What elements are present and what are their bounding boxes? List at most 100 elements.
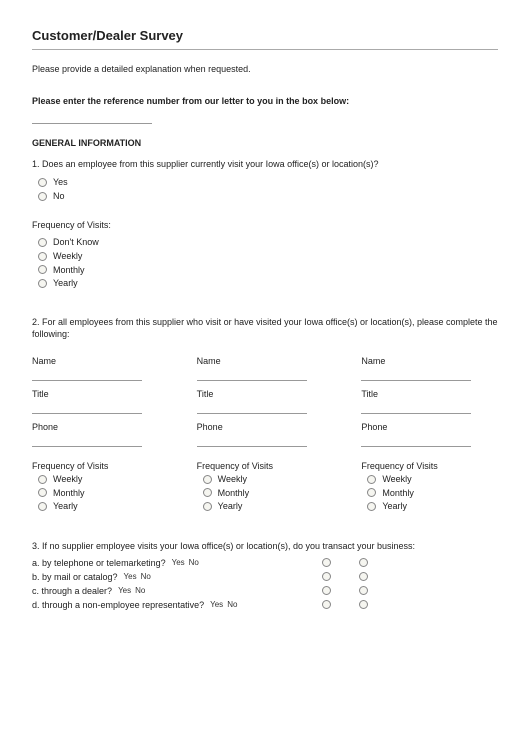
q3c-radio-no[interactable] bbox=[359, 586, 368, 595]
q2-phone-input-1[interactable] bbox=[32, 434, 142, 447]
freq-label-yearly: Yearly bbox=[53, 277, 78, 290]
q2-fov-radio-monthly-3[interactable] bbox=[367, 488, 376, 497]
q1-label-yes: Yes bbox=[53, 176, 68, 189]
q3-yn-inline: Yes No bbox=[118, 586, 145, 595]
q2-phone-input-3[interactable] bbox=[361, 434, 471, 447]
q2-fov-monthly-3[interactable]: Monthly bbox=[367, 487, 498, 500]
reference-input[interactable] bbox=[32, 110, 152, 124]
q2-title-input-2[interactable] bbox=[197, 401, 307, 414]
q2-name-input-1[interactable] bbox=[32, 368, 142, 381]
intro-text: Please provide a detailed explanation wh… bbox=[32, 64, 498, 74]
q2-text: 2. For all employees from this supplier … bbox=[32, 316, 498, 340]
freq-label-weekly: Weekly bbox=[53, 250, 82, 263]
q2-phone-input-2[interactable] bbox=[197, 434, 307, 447]
q3-row-b: b. by mail or catalog? Yes No bbox=[32, 572, 498, 582]
q2-fov-yearly-label: Yearly bbox=[218, 500, 243, 513]
q3-yes-label: Yes bbox=[172, 558, 185, 567]
q2-fov-weekly-1[interactable]: Weekly bbox=[38, 473, 169, 486]
section-general-heading: GENERAL INFORMATION bbox=[32, 138, 498, 148]
q3-yes-label: Yes bbox=[124, 572, 137, 581]
survey-page: Customer/Dealer Survey Please provide a … bbox=[0, 0, 530, 749]
q2-fov-monthly-label: Monthly bbox=[218, 487, 250, 500]
q3-row-d: d. through a non-employee representative… bbox=[32, 600, 498, 610]
freq-option-weekly[interactable]: Weekly bbox=[38, 250, 498, 263]
q2-name-label: Name bbox=[197, 356, 334, 366]
title-divider bbox=[32, 49, 498, 50]
q3-yes-label: Yes bbox=[210, 600, 223, 609]
freq-label-monthly: Monthly bbox=[53, 264, 85, 277]
q3-yn-inline: Yes No bbox=[210, 600, 237, 609]
q2-fov-weekly-label: Weekly bbox=[53, 473, 82, 486]
q2-name-label: Name bbox=[32, 356, 169, 366]
q2-fov-yearly-label: Yearly bbox=[382, 500, 407, 513]
q1-label-no: No bbox=[53, 190, 65, 203]
q3-item-b: b. by mail or catalog? bbox=[32, 572, 118, 582]
q2-fov-yearly-label: Yearly bbox=[53, 500, 78, 513]
q2-title-input-1[interactable] bbox=[32, 401, 142, 414]
q3-item-a: a. by telephone or telemarketing? bbox=[32, 558, 166, 568]
q2-fov-monthly-label: Monthly bbox=[53, 487, 85, 500]
q3-item-d: d. through a non-employee representative… bbox=[32, 600, 204, 610]
q2-fov-yearly-3[interactable]: Yearly bbox=[367, 500, 498, 513]
q2-fov-radio-monthly-1[interactable] bbox=[38, 488, 47, 497]
q2-phone-label: Phone bbox=[361, 422, 498, 432]
freq-label: Frequency of Visits: bbox=[32, 220, 498, 230]
q3-row-a: a. by telephone or telemarketing? Yes No bbox=[32, 558, 498, 568]
q2-fov-label: Frequency of Visits bbox=[197, 461, 334, 471]
freq-radio-monthly[interactable] bbox=[38, 265, 47, 274]
q3a-radio-yes[interactable] bbox=[322, 558, 331, 567]
q2-name-input-2[interactable] bbox=[197, 368, 307, 381]
q3-text: 3. If no supplier employee visits your I… bbox=[32, 540, 498, 552]
q2-fov-weekly-2[interactable]: Weekly bbox=[203, 473, 334, 486]
q3-row-c: c. through a dealer? Yes No bbox=[32, 586, 498, 596]
q2-fov-label: Frequency of Visits bbox=[32, 461, 169, 471]
q2-fov-radio-monthly-2[interactable] bbox=[203, 488, 212, 497]
q3a-radio-no[interactable] bbox=[359, 558, 368, 567]
q1-radio-yes[interactable] bbox=[38, 178, 47, 187]
freq-option-dontknow[interactable]: Don't Know bbox=[38, 236, 498, 249]
q3b-radio-yes[interactable] bbox=[322, 572, 331, 581]
q2-phone-label: Phone bbox=[32, 422, 169, 432]
q1-radio-no[interactable] bbox=[38, 192, 47, 201]
q2-fov-radio-yearly-2[interactable] bbox=[203, 502, 212, 511]
reference-label: Please enter the reference number from o… bbox=[32, 96, 498, 106]
q2-title-input-3[interactable] bbox=[361, 401, 471, 414]
freq-option-yearly[interactable]: Yearly bbox=[38, 277, 498, 290]
freq-radio-yearly[interactable] bbox=[38, 279, 47, 288]
freq-option-monthly[interactable]: Monthly bbox=[38, 264, 498, 277]
q2-col-1: Name Title Phone Frequency of Visits Wee… bbox=[32, 348, 169, 514]
q2-col-2: Name Title Phone Frequency of Visits Wee… bbox=[197, 348, 334, 514]
q2-fov-monthly-2[interactable]: Monthly bbox=[203, 487, 334, 500]
q3d-radio-no[interactable] bbox=[359, 600, 368, 609]
q1-option-yes[interactable]: Yes bbox=[38, 176, 498, 189]
q2-name-label: Name bbox=[361, 356, 498, 366]
q3-no-label: No bbox=[141, 572, 151, 581]
q3-yn-inline: Yes No bbox=[172, 558, 199, 567]
q2-fov-radio-yearly-1[interactable] bbox=[38, 502, 47, 511]
q2-fov-radio-yearly-3[interactable] bbox=[367, 502, 376, 511]
q2-fov-radio-weekly-3[interactable] bbox=[367, 475, 376, 484]
q2-fov-yearly-2[interactable]: Yearly bbox=[203, 500, 334, 513]
q2-fov-monthly-1[interactable]: Monthly bbox=[38, 487, 169, 500]
q3b-radio-no[interactable] bbox=[359, 572, 368, 581]
freq-radio-dontknow[interactable] bbox=[38, 238, 47, 247]
q2-fov-radio-weekly-2[interactable] bbox=[203, 475, 212, 484]
q2-fov-radio-weekly-1[interactable] bbox=[38, 475, 47, 484]
q3c-radio-yes[interactable] bbox=[322, 586, 331, 595]
q2-fov-weekly-label: Weekly bbox=[382, 473, 411, 486]
q2-fov-monthly-label: Monthly bbox=[382, 487, 414, 500]
page-title: Customer/Dealer Survey bbox=[32, 28, 498, 43]
q2-name-input-3[interactable] bbox=[361, 368, 471, 381]
q2-phone-label: Phone bbox=[197, 422, 334, 432]
q2-title-label: Title bbox=[361, 389, 498, 399]
q3-no-label: No bbox=[227, 600, 237, 609]
q1-option-no[interactable]: No bbox=[38, 190, 498, 203]
q3-yes-label: Yes bbox=[118, 586, 131, 595]
q2-columns: Name Title Phone Frequency of Visits Wee… bbox=[32, 348, 498, 514]
q2-fov-weekly-3[interactable]: Weekly bbox=[367, 473, 498, 486]
q2-fov-yearly-1[interactable]: Yearly bbox=[38, 500, 169, 513]
q3-no-label: No bbox=[135, 586, 145, 595]
q3d-radio-yes[interactable] bbox=[322, 600, 331, 609]
freq-radio-weekly[interactable] bbox=[38, 252, 47, 261]
q2-fov-weekly-label: Weekly bbox=[218, 473, 247, 486]
